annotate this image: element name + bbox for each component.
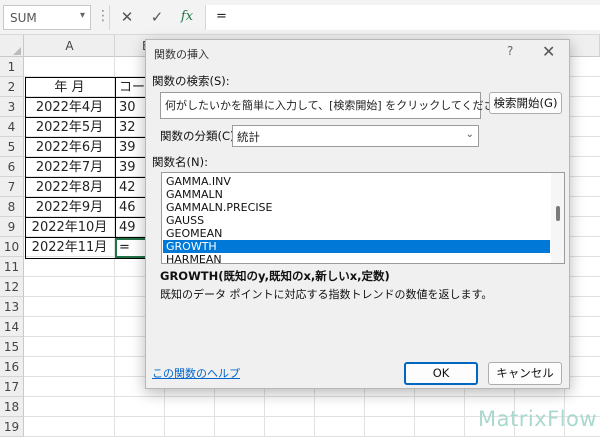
- formula-bar: SUM ▾ ⋮ ✕ ✓ fx =: [0, 0, 600, 35]
- table-row-border: [25, 217, 155, 218]
- row-header[interactable]: 6: [0, 157, 24, 177]
- table-row-border: [25, 117, 155, 118]
- search-input-text: 何がしたいかを簡単に入力して、[検索開始] をクリックしてください。: [165, 99, 517, 112]
- row-header[interactable]: 11: [0, 257, 24, 277]
- cell-a6[interactable]: 2022年7月: [25, 158, 114, 178]
- category-select-value: 統計: [237, 130, 260, 144]
- row-header[interactable]: 10: [0, 237, 24, 257]
- help-icon[interactable]: ?: [507, 44, 513, 58]
- name-box-value: SUM: [10, 11, 37, 25]
- row-header[interactable]: 2: [0, 77, 24, 97]
- insert-function-icon[interactable]: fx: [176, 7, 198, 27]
- watermark-text: MatrixFlow: [478, 407, 598, 431]
- cancel-button[interactable]: キャンセル: [488, 362, 562, 385]
- list-item[interactable]: GAMMA.INV: [163, 175, 550, 188]
- function-syntax: GROWTH(既知のy,既知のx,新しいx,定数): [160, 269, 390, 283]
- more-options-icon[interactable]: ⋮: [96, 8, 110, 24]
- search-start-button[interactable]: 検索開始(G): [489, 92, 562, 114]
- cell-a10[interactable]: 2022年11月: [25, 238, 114, 258]
- row-header[interactable]: 18: [0, 397, 24, 417]
- list-item[interactable]: GEOMEAN: [163, 227, 550, 240]
- column-header-a[interactable]: A: [25, 35, 115, 57]
- list-scrollbar[interactable]: [551, 173, 564, 263]
- scrollbar-thumb[interactable]: [556, 206, 560, 221]
- row-header[interactable]: 16: [0, 357, 24, 377]
- row-header[interactable]: 17: [0, 377, 24, 397]
- cell-a2-header[interactable]: 年 月: [25, 78, 114, 98]
- formula-input[interactable]: =: [205, 5, 600, 30]
- table-row-border: [25, 197, 155, 198]
- cell-a3[interactable]: 2022年4月: [25, 98, 114, 118]
- table-row-border: [25, 137, 155, 138]
- cell-a7[interactable]: 2022年8月: [25, 178, 114, 198]
- enter-icon[interactable]: ✓: [146, 7, 168, 27]
- select-all-icon: [13, 47, 21, 55]
- row-header[interactable]: 15: [0, 337, 24, 357]
- chevron-down-icon[interactable]: ▾: [80, 10, 85, 21]
- select-all-corner[interactable]: [0, 35, 24, 57]
- category-label: 関数の分類(C):: [160, 129, 239, 143]
- chevron-down-icon[interactable]: ⌄: [466, 129, 474, 140]
- cancel-icon[interactable]: ✕: [116, 7, 138, 27]
- search-input[interactable]: 何がしたいかを簡単に入力して、[検索開始] をクリックしてください。: [160, 92, 517, 119]
- function-help-link[interactable]: この関数のヘルプ: [152, 365, 240, 381]
- row-header[interactable]: 3: [0, 97, 24, 117]
- row-header[interactable]: 1: [0, 57, 24, 77]
- function-description: 既知のデータ ポイントに対応する指数トレンドの数値を返します。: [160, 288, 493, 301]
- row-header[interactable]: 12: [0, 277, 24, 297]
- dialog-title: 関数の挿入: [154, 48, 209, 61]
- list-item[interactable]: GAUSS: [163, 214, 550, 227]
- list-item[interactable]: HARMEAN: [163, 253, 550, 263]
- row-header[interactable]: 19: [0, 417, 24, 437]
- row-header[interactable]: 13: [0, 297, 24, 317]
- close-icon[interactable]: ✕: [542, 42, 555, 61]
- row-header[interactable]: 4: [0, 117, 24, 137]
- cell-a5[interactable]: 2022年6月: [25, 138, 114, 158]
- list-item-selected[interactable]: GROWTH: [163, 240, 550, 253]
- cell-a9[interactable]: 2022年10月: [25, 218, 114, 238]
- table-divider: [115, 77, 116, 259]
- row-header[interactable]: 5: [0, 137, 24, 157]
- table-row-border: [25, 97, 155, 98]
- formula-text: =: [216, 9, 227, 24]
- table-row-border: [25, 177, 155, 178]
- row-header[interactable]: 7: [0, 177, 24, 197]
- table-row-border: [25, 157, 155, 158]
- cell-a8[interactable]: 2022年9月: [25, 198, 114, 218]
- search-label: 関数の検索(S):: [152, 74, 230, 88]
- formula-bar-divider: [109, 5, 110, 30]
- list-item[interactable]: GAMMALN.PRECISE: [163, 201, 550, 214]
- row-header[interactable]: 8: [0, 197, 24, 217]
- function-name-label: 関数名(N):: [152, 155, 208, 169]
- row-header[interactable]: 14: [0, 317, 24, 337]
- category-select[interactable]: 統計 ⌄: [232, 125, 479, 147]
- insert-function-dialog: 関数の挿入 ? ✕ 関数の検索(S): 何がしたいかを簡単に入力して、[検索開始…: [145, 39, 570, 389]
- cell-a4[interactable]: 2022年5月: [25, 118, 114, 138]
- ok-button[interactable]: OK: [404, 362, 478, 385]
- list-item[interactable]: GAMMALN: [163, 188, 550, 201]
- name-box[interactable]: SUM ▾: [3, 5, 91, 30]
- function-list[interactable]: GAMMA.INV GAMMALN GAMMALN.PRECISE GAUSS …: [161, 172, 565, 264]
- row-header[interactable]: 9: [0, 217, 24, 237]
